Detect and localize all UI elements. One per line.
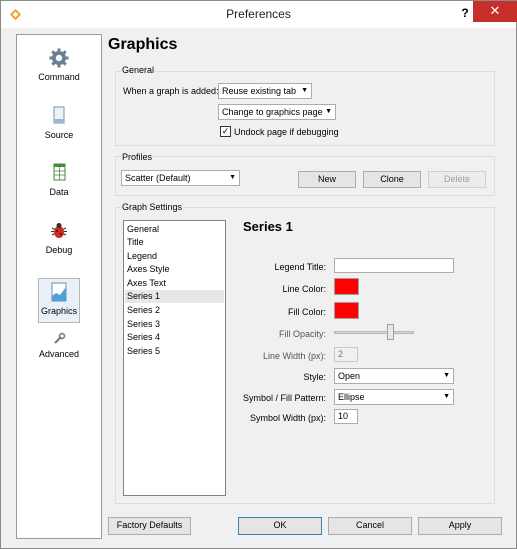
symbol-pattern-value: Ellipse [338, 392, 365, 402]
factory-defaults-button[interactable]: Factory Defaults [108, 517, 191, 535]
general-group-title: General [121, 65, 156, 75]
series-title: Series 1 [243, 219, 293, 234]
page-title: Graphics [108, 36, 178, 53]
sidebar-item-command[interactable]: Command [17, 47, 101, 82]
fill-color-label: Fill Color: [287, 307, 326, 317]
style-select[interactable]: Open ▼ [334, 368, 454, 384]
legend-title-input[interactable] [334, 258, 454, 273]
profiles-group-title: Profiles [121, 152, 154, 162]
list-item[interactable]: Series 2 [127, 305, 160, 315]
sidebar-item-graphics[interactable]: Graphics [17, 278, 101, 323]
list-item[interactable]: General [127, 224, 159, 234]
chevron-down-icon: ▼ [443, 393, 450, 400]
profile-select[interactable]: Scatter (Default) ▼ [121, 170, 240, 186]
category-sidebar: Command Source Data Debug Graphics Advan… [16, 34, 102, 539]
graph-tab-select[interactable]: Reuse existing tab ▼ [218, 83, 312, 99]
line-width-input[interactable]: 2 [334, 347, 358, 362]
cancel-button[interactable]: Cancel [328, 517, 412, 535]
apply-button[interactable]: Apply [418, 517, 502, 535]
chevron-down-icon: ▼ [443, 372, 450, 379]
sidebar-item-source[interactable]: Source [17, 105, 101, 140]
legend-title-label: Legend Title: [274, 262, 326, 272]
line-width-label: Line Width (px): [262, 351, 326, 361]
title-bar: Preferences ? ✕ [1, 1, 517, 28]
list-item[interactable]: Axes Style [127, 264, 170, 274]
data-table-icon [53, 163, 66, 181]
sidebar-item-label: Command [38, 72, 80, 82]
fill-color-swatch[interactable] [334, 302, 359, 319]
undock-checkbox[interactable]: ✓ [220, 126, 231, 137]
graph-page-select[interactable]: Change to graphics page ▼ [218, 104, 336, 120]
list-item[interactable]: Series 4 [127, 332, 160, 342]
delete-profile-button[interactable]: Delete [428, 171, 486, 188]
wrench-icon [54, 332, 66, 344]
sidebar-item-advanced[interactable]: Advanced [17, 332, 101, 359]
new-profile-button[interactable]: New [298, 171, 356, 188]
list-item[interactable]: Series 5 [127, 346, 160, 356]
symbol-width-input[interactable]: 10 [334, 409, 358, 424]
line-color-swatch[interactable] [334, 278, 359, 295]
when-added-label: When a graph is added: [123, 86, 219, 96]
bug-icon [51, 223, 67, 238]
preferences-window: Preferences ? ✕ Command Source Data Debu… [0, 0, 517, 549]
symbol-pattern-select[interactable]: Ellipse ▼ [334, 389, 454, 405]
list-item[interactable]: Legend [127, 251, 157, 261]
list-item[interactable]: Title [127, 237, 144, 247]
sidebar-item-debug[interactable]: Debug [17, 220, 101, 255]
clone-profile-button[interactable]: Clone [363, 171, 421, 188]
graph-settings-list[interactable]: General Title Legend Axes Style Axes Tex… [123, 220, 226, 496]
close-button[interactable]: ✕ [473, 1, 517, 22]
sidebar-item-label: Graphics [40, 306, 77, 316]
line-color-label: Line Color: [282, 284, 326, 294]
source-file-icon [53, 106, 65, 124]
chevron-down-icon: ▼ [325, 108, 332, 115]
graph-page-value: Change to graphics page [222, 107, 323, 117]
profile-value: Scatter (Default) [125, 173, 191, 183]
chevron-down-icon: ▼ [229, 174, 236, 181]
list-item[interactable]: Series 3 [127, 319, 160, 329]
style-label: Style: [303, 372, 326, 382]
window-title: Preferences [226, 7, 291, 21]
sidebar-item-label: Data [49, 187, 69, 197]
style-value: Open [338, 371, 361, 381]
fill-opacity-slider[interactable] [334, 331, 414, 334]
list-item[interactable]: Axes Text [127, 278, 166, 288]
graph-settings-group-title: Graph Settings [121, 202, 184, 212]
ok-button[interactable]: OK [238, 517, 322, 535]
undock-label: Undock page if debugging [234, 127, 339, 137]
sidebar-item-label: Advanced [38, 349, 80, 359]
help-button[interactable]: ? [457, 4, 473, 22]
fill-opacity-label: Fill Opacity: [278, 329, 326, 339]
fill-opacity-slider-thumb[interactable] [387, 324, 394, 340]
symbol-pattern-label: Symbol / Fill Pattern: [242, 393, 326, 403]
gear-icon [49, 48, 69, 68]
graph-tab-value: Reuse existing tab [222, 86, 297, 96]
sidebar-item-label: Source [44, 130, 74, 140]
symbol-width-label: Symbol Width (px): [249, 413, 326, 423]
sidebar-item-label: Debug [45, 245, 73, 255]
chevron-down-icon: ▼ [301, 87, 308, 94]
list-item-selected[interactable]: Series 1 [125, 290, 224, 303]
graph-icon [51, 282, 67, 302]
sidebar-item-data[interactable]: Data [17, 162, 101, 197]
